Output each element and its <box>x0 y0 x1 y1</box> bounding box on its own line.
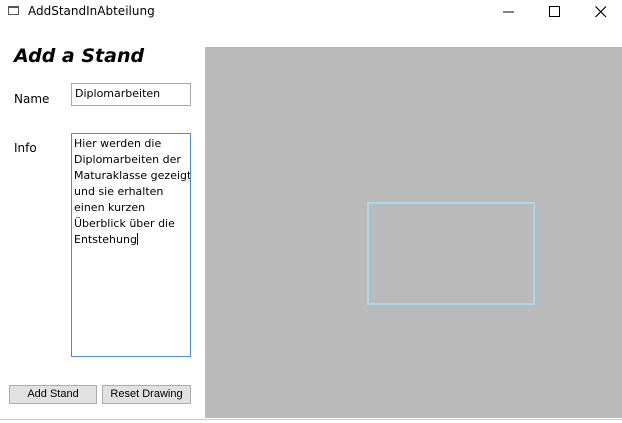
text-caret <box>136 233 138 245</box>
minimize-icon <box>503 11 514 13</box>
window-bottom-border <box>0 419 622 420</box>
reset-drawing-button[interactable]: Reset Drawing <box>102 385 191 404</box>
drawing-canvas[interactable] <box>205 47 622 418</box>
info-label: Info <box>14 141 37 155</box>
close-icon <box>595 6 607 18</box>
info-text-line: und sie erhalten <box>74 185 164 198</box>
info-text-last-line: Entstehung <box>74 232 188 248</box>
drawn-stand-rectangle[interactable] <box>367 202 535 305</box>
maximize-button[interactable] <box>532 0 578 24</box>
window-title: AddStandInAbteilung <box>28 4 155 18</box>
info-text-line: Entstehung <box>74 233 137 246</box>
info-text-line: Diplomarbeiten der <box>74 153 181 166</box>
name-input[interactable]: Diplomarbeiten <box>71 83 191 106</box>
info-text-line: Überblick über die <box>74 217 175 230</box>
page-title: Add a Stand <box>14 45 145 67</box>
info-text-line: einen kurzen <box>74 201 146 214</box>
info-textarea[interactable]: Hier werden die Diplomarbeiten der Matur… <box>71 133 191 357</box>
info-text-line: Hier werden die <box>74 137 162 150</box>
window-app-icon <box>8 6 19 15</box>
title-bar: AddStandInAbteilung <box>0 0 622 24</box>
add-stand-button[interactable]: Add Stand <box>9 385 97 404</box>
info-text-line: Maturaklasse gezeigt <box>74 169 191 182</box>
maximize-icon <box>549 6 560 17</box>
name-label: Name <box>14 92 50 106</box>
minimize-button[interactable] <box>486 0 532 24</box>
close-button[interactable] <box>578 0 622 24</box>
